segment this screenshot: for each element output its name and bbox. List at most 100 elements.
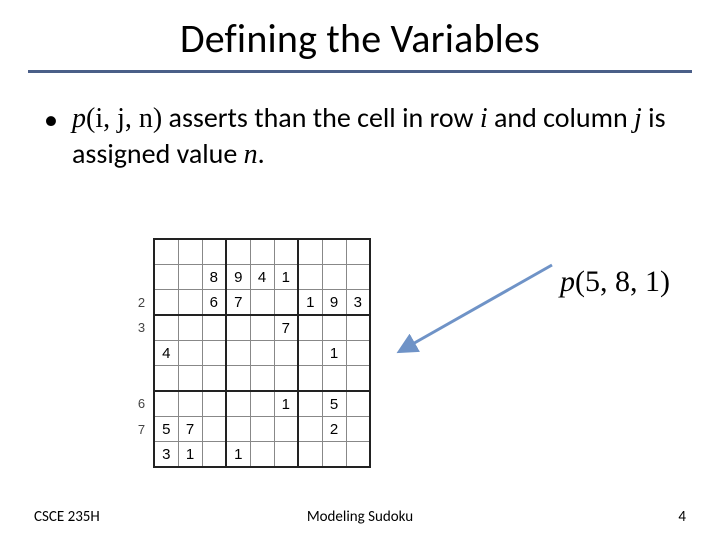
sudoku-cell (322, 239, 346, 265)
example-p581: p(5, 8, 1) (560, 265, 670, 299)
sudoku-cell (346, 315, 370, 341)
sudoku-cell (178, 315, 202, 341)
sudoku-cell (154, 391, 178, 417)
sudoku-cell (250, 341, 274, 366)
row-header: 7 (130, 417, 154, 442)
sudoku-cell: 1 (298, 290, 322, 316)
sudoku-cell: 4 (154, 341, 178, 366)
col-header (322, 220, 346, 239)
sudoku-cell (226, 417, 250, 442)
sudoku-cell: 2 (322, 417, 346, 442)
sudoku-cell (250, 366, 274, 392)
row-header (130, 442, 154, 468)
sudoku-cell (178, 290, 202, 316)
sudoku-cell (298, 315, 322, 341)
sudoku-cell (274, 239, 298, 265)
sudoku-cell (154, 239, 178, 265)
math-n: n (244, 139, 258, 170)
sudoku-cell (226, 391, 250, 417)
sudoku-cell (298, 265, 322, 290)
row-header (130, 341, 154, 366)
col-header (154, 220, 178, 239)
sudoku-cell (154, 315, 178, 341)
sudoku-cell (178, 239, 202, 265)
sudoku-cell: 6 (202, 290, 226, 316)
sudoku-cell (178, 341, 202, 366)
col-header (250, 220, 274, 239)
sudoku-cell (346, 341, 370, 366)
row-header (130, 366, 154, 392)
sudoku-cell (250, 417, 274, 442)
math-j: j (634, 103, 642, 134)
sudoku-cell (322, 442, 346, 468)
col-header (178, 220, 202, 239)
sudoku-cell (226, 239, 250, 265)
sudoku-cell (298, 417, 322, 442)
row-header (130, 239, 154, 265)
sudoku-cell: 1 (274, 391, 298, 417)
sudoku-cell (202, 442, 226, 468)
sudoku-cell: 1 (226, 442, 250, 468)
footer: CSCE 235H Modeling Sudoku 4 (34, 508, 686, 526)
sudoku-cell: 5 (154, 417, 178, 442)
col-header (346, 220, 370, 239)
sudoku-cell (298, 391, 322, 417)
sudoku-cell (178, 391, 202, 417)
sudoku-cell (202, 417, 226, 442)
sudoku-cell (154, 265, 178, 290)
col-header (274, 220, 298, 239)
col-header (202, 220, 226, 239)
sudoku-cell: 1 (274, 265, 298, 290)
slide-title: Defining the Variables (0, 14, 720, 63)
sudoku-cell (202, 366, 226, 392)
sudoku-cell (154, 290, 178, 316)
sudoku-cell: 3 (346, 290, 370, 316)
sudoku-cell (178, 366, 202, 392)
sudoku-cell (346, 442, 370, 468)
figure: 894126719337416157572311 p(5, 8, 1) (130, 220, 590, 460)
sudoku-board: 894126719337416157572311 (130, 220, 370, 460)
sudoku-cell (346, 391, 370, 417)
sudoku-cell: 7 (226, 290, 250, 316)
col-header (226, 220, 250, 239)
sudoku-cell (298, 239, 322, 265)
sudoku-cell (346, 239, 370, 265)
row-header: 3 (130, 315, 154, 341)
sudoku-cell (322, 315, 346, 341)
sudoku-cell (274, 442, 298, 468)
sudoku-cell (346, 265, 370, 290)
sudoku-grid: 894126719337416157572311 (130, 220, 371, 468)
sudoku-cell: 9 (322, 290, 346, 316)
sudoku-cell: 1 (322, 341, 346, 366)
sudoku-cell (154, 366, 178, 392)
arrow-icon (392, 260, 562, 380)
bullet-text-1: asserts than the cell in row (162, 100, 480, 135)
sudoku-cell (274, 290, 298, 316)
sudoku-cell (250, 442, 274, 468)
sudoku-cell (274, 341, 298, 366)
sudoku-cell: 3 (154, 442, 178, 468)
sudoku-cell (250, 239, 274, 265)
col-header (298, 220, 322, 239)
sudoku-cell (226, 341, 250, 366)
sudoku-cell (250, 391, 274, 417)
sudoku-cell (322, 265, 346, 290)
sudoku-cell (298, 366, 322, 392)
sudoku-cell: 9 (226, 265, 250, 290)
title-underline (28, 70, 692, 73)
sudoku-cell (202, 341, 226, 366)
sudoku-cell: 4 (250, 265, 274, 290)
bullet-text-4: . (258, 136, 265, 171)
sudoku-cell (298, 442, 322, 468)
sudoku-cell: 7 (274, 315, 298, 341)
sudoku-cell (226, 315, 250, 341)
bullet-content: p(i, j, n) asserts than the cell in row … (72, 100, 676, 172)
body-text: • p(i, j, n) asserts than the cell in ro… (44, 100, 676, 172)
sudoku-cell (346, 366, 370, 392)
sudoku-cell (274, 417, 298, 442)
bullet-dot: • (44, 100, 72, 172)
sudoku-cell (274, 366, 298, 392)
sudoku-cell (250, 315, 274, 341)
sudoku-cell (178, 265, 202, 290)
footer-center: Modeling Sudoku (34, 508, 686, 526)
